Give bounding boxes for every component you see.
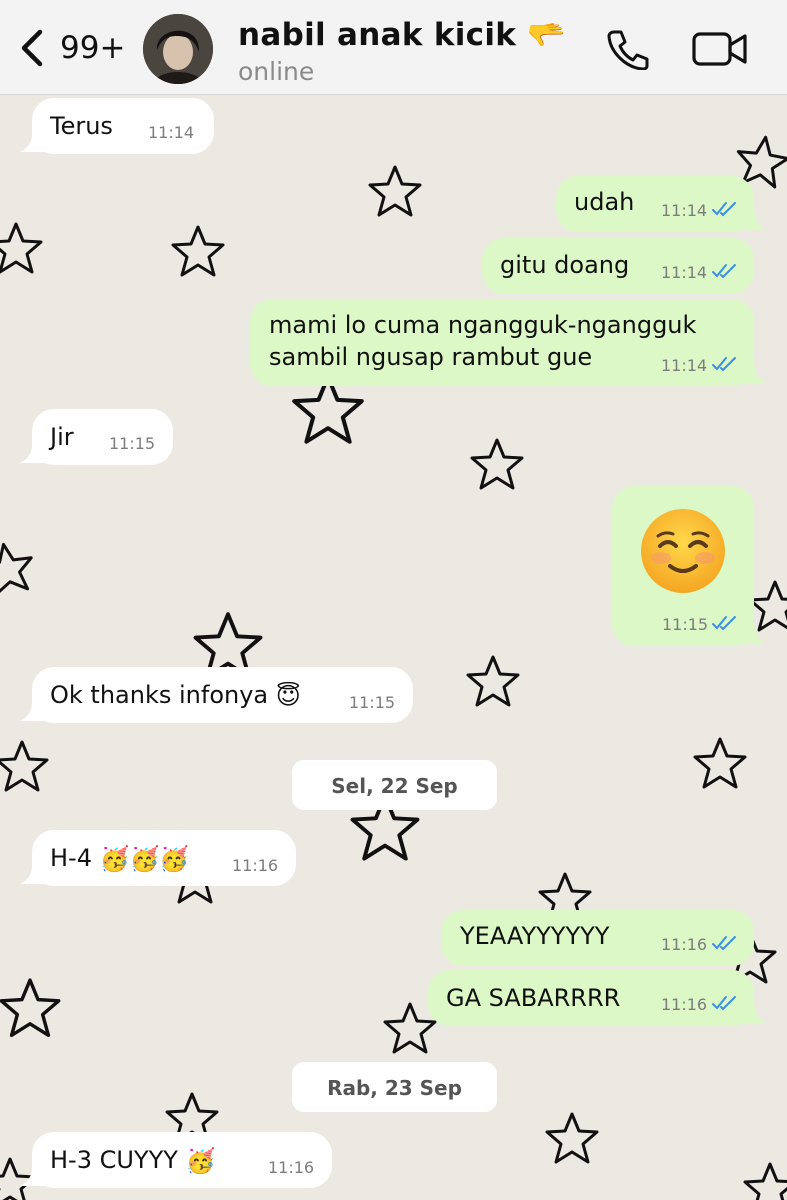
message-text: GA SABARRRR	[446, 984, 621, 1012]
read-ticks-icon	[712, 616, 736, 631]
video-call-icon[interactable]	[692, 31, 748, 67]
message-incoming[interactable]: H-4 🥳🥳🥳 11:16	[32, 830, 296, 886]
message-outgoing[interactable]: mami lo cuma ngangguk-ngangguk sambil ng…	[250, 299, 754, 386]
read-ticks-icon	[712, 936, 736, 951]
back-chevron-icon[interactable]	[18, 28, 46, 68]
message-text: YEAAYYYYYY	[460, 922, 610, 950]
unread-count[interactable]: 99+	[60, 30, 125, 66]
message-outgoing[interactable]: gitu doang 11:14	[482, 238, 754, 294]
message-time: 11:14	[661, 263, 708, 282]
message-time: 11:16	[661, 995, 708, 1014]
message-text-line-1: mami lo cuma ngangguk-ngangguk	[269, 311, 697, 339]
chat-header: 99+ nabil anak kicik 🫳 online	[0, 0, 787, 95]
message-text: Ok thanks infonya 😇	[50, 681, 301, 710]
message-text: Jir	[50, 423, 74, 451]
message-time: 11:16	[268, 1158, 315, 1177]
halo-face-emoji: 😇	[275, 682, 301, 710]
message-time: 11:16	[661, 935, 708, 954]
partying-face-emoji: 🥳	[185, 1147, 216, 1175]
read-ticks-icon	[712, 357, 736, 372]
message-outgoing[interactable]: 11:15	[612, 486, 754, 646]
partying-face-emoji: 🥳🥳🥳	[99, 845, 190, 873]
message-incoming[interactable]: H-3 CUYYY 🥳 11:16	[32, 1132, 332, 1188]
message-outgoing[interactable]: udah 11:14	[556, 176, 754, 232]
phone-icon[interactable]	[604, 28, 650, 70]
message-incoming[interactable]: Ok thanks infonya 😇 11:15	[32, 667, 413, 723]
message-time: 11:14	[148, 123, 195, 142]
message-text: udah	[574, 188, 635, 216]
read-ticks-icon	[712, 264, 736, 279]
contact-avatar[interactable]	[143, 14, 213, 84]
read-ticks-icon	[712, 202, 736, 217]
message-text: gitu doang	[500, 251, 630, 279]
contact-status: online	[238, 57, 315, 86]
smiling-face-emoji	[641, 509, 725, 593]
message-outgoing[interactable]: YEAAYYYYYY 11:16	[441, 910, 754, 966]
message-incoming[interactable]: Terus 11:14	[32, 98, 214, 154]
pinching-hand-emoji: 🫳	[527, 17, 567, 53]
message-text-line-2: sambil ngusap rambut gue	[269, 343, 593, 371]
message-time: 11:15	[109, 434, 156, 453]
message-time: 11:15	[662, 615, 709, 634]
message-outgoing[interactable]: GA SABARRRR 11:16	[428, 970, 754, 1026]
message-incoming[interactable]: Jir 11:15	[32, 409, 173, 465]
message-text: Terus	[50, 112, 113, 140]
message-text: H-3 CUYYY 🥳	[50, 1146, 216, 1175]
read-ticks-icon	[712, 996, 736, 1011]
contact-name[interactable]: nabil anak kicik 🫳	[238, 16, 566, 53]
message-time: 11:15	[349, 693, 396, 712]
date-separator: Sel, 22 Sep	[292, 760, 497, 810]
message-time: 11:16	[232, 856, 279, 875]
date-separator: Rab, 23 Sep	[292, 1062, 497, 1112]
message-time: 11:14	[661, 356, 708, 375]
message-text: H-4 🥳🥳🥳	[50, 844, 190, 873]
message-time: 11:14	[661, 201, 708, 220]
